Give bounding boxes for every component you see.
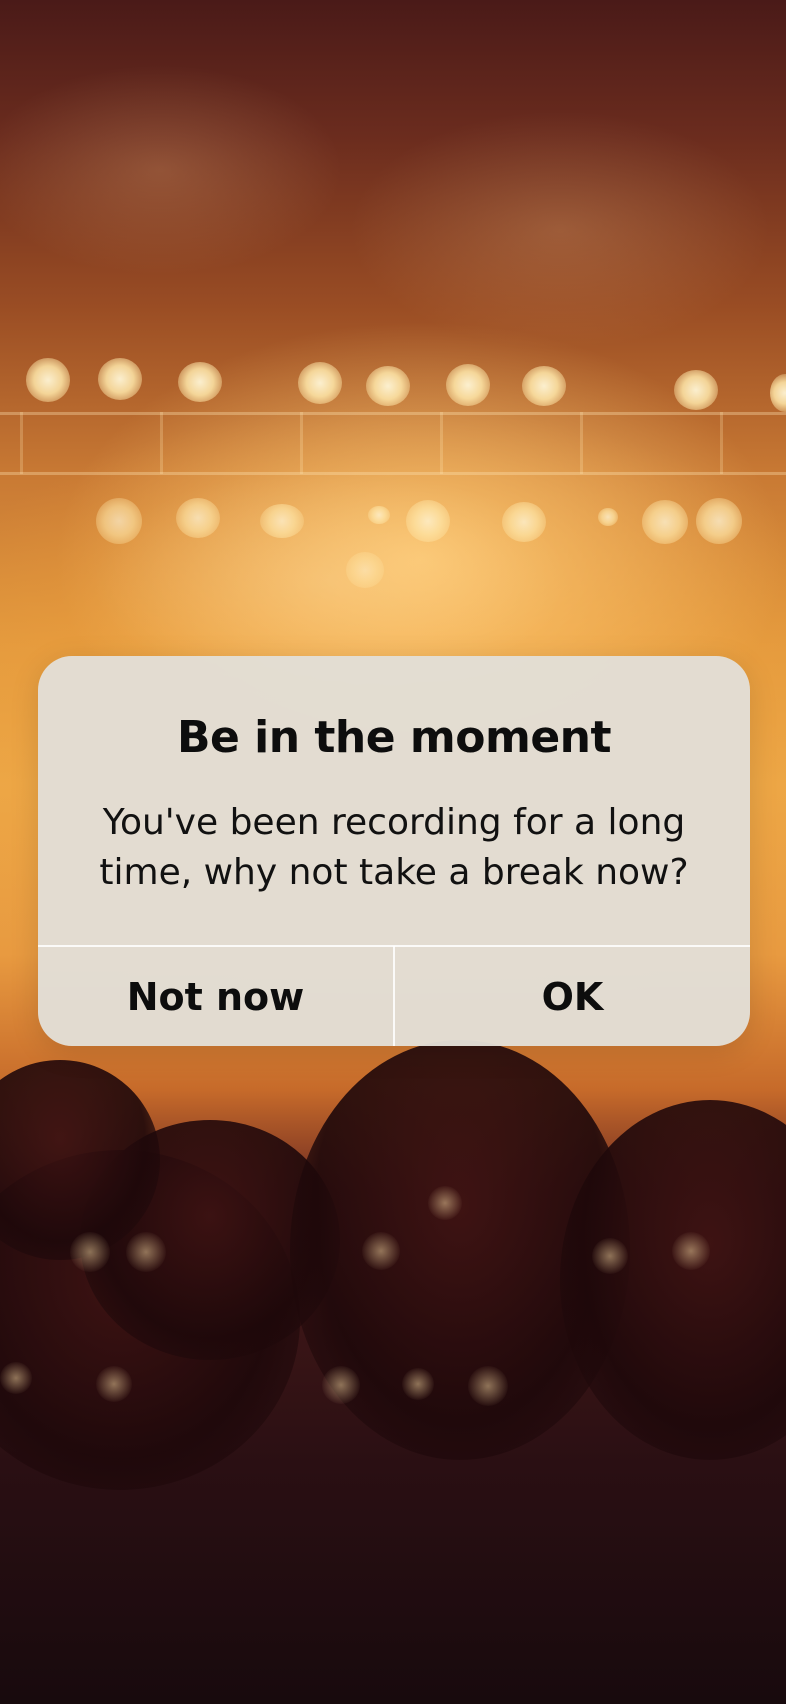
not-now-button[interactable]: Not now: [38, 947, 393, 1046]
bokeh-light: [0, 1362, 32, 1394]
bokeh-light: [126, 1232, 166, 1272]
stage-light: [366, 366, 410, 406]
truss-post: [440, 412, 443, 474]
bokeh-light: [96, 1366, 132, 1402]
stage-light: [502, 502, 546, 542]
stage-light: [522, 366, 566, 406]
bokeh-light: [322, 1366, 360, 1404]
screen: Be in the moment You've been recording f…: [0, 0, 786, 1704]
bokeh-light: [592, 1238, 628, 1274]
bokeh-light: [362, 1232, 400, 1270]
stage-light: [298, 362, 342, 404]
stage-light: [406, 500, 450, 542]
stage-light: [176, 498, 220, 538]
stage-light: [696, 498, 742, 544]
bokeh-light: [428, 1186, 462, 1220]
stage-truss-top: [0, 412, 786, 415]
alert-title: Be in the moment: [176, 712, 612, 763]
truss-post: [20, 412, 23, 474]
stage-light: [260, 504, 304, 538]
truss-post: [300, 412, 303, 474]
stage-light: [178, 362, 222, 402]
stage-light: [446, 364, 490, 406]
stage-light: [346, 552, 384, 588]
truss-post: [160, 412, 163, 474]
stage-light: [642, 500, 688, 544]
stage-light: [96, 498, 142, 544]
alert-dialog: Be in the moment You've been recording f…: [38, 656, 750, 1046]
bokeh-light: [402, 1368, 434, 1400]
alert-message: You've been recording for a long time, w…: [99, 802, 689, 893]
ok-button[interactable]: OK: [395, 947, 750, 1046]
stage-light: [674, 370, 718, 410]
truss-post: [720, 412, 723, 474]
bokeh-light: [672, 1232, 710, 1270]
bokeh-light: [70, 1232, 110, 1272]
stage-light: [98, 358, 142, 400]
stage-light: [598, 508, 618, 526]
stage-truss-bottom: [0, 472, 786, 475]
stage-light: [368, 506, 390, 524]
truss-post: [580, 412, 583, 474]
bokeh-light: [468, 1366, 508, 1406]
stage-light: [26, 358, 70, 402]
